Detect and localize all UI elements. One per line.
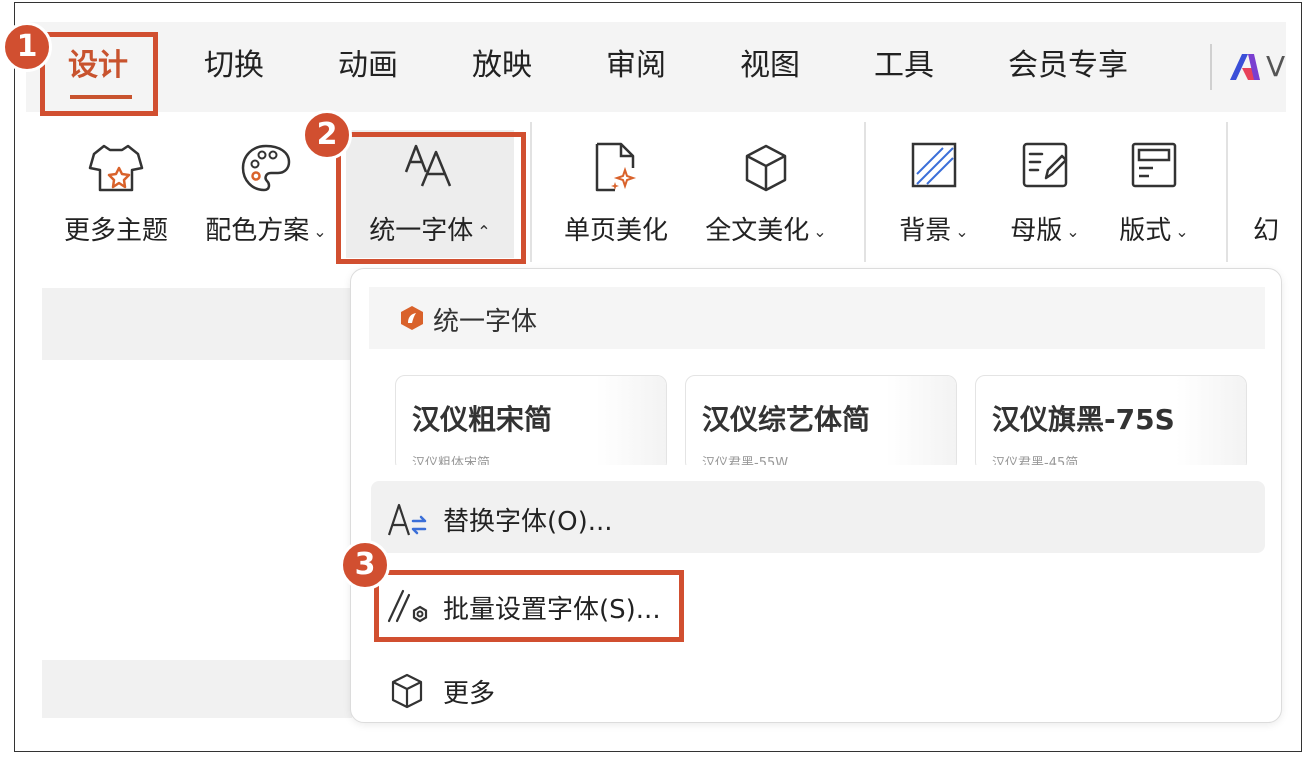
- page-sparkle-icon: [595, 142, 637, 192]
- slide-area-strip: [42, 660, 352, 718]
- ribbon-separator: [1226, 122, 1228, 262]
- highlight-box-batch-font: [374, 570, 684, 642]
- font-card-decoration: [886, 376, 956, 471]
- cube-icon: [745, 144, 787, 192]
- font-card-decoration: [1176, 376, 1246, 471]
- step-badge-2: 2: [302, 110, 352, 160]
- step-badge-1: 1: [2, 22, 52, 72]
- replace-font-icon: [387, 503, 427, 536]
- font-card[interactable]: 汉仪综艺体简 汉仪君黑-55W: [685, 375, 957, 472]
- background-icon: [911, 142, 957, 188]
- master-label: 母版 ⌄: [1010, 216, 1080, 246]
- full-text-beautify-label: 全文美化 ⌄: [705, 216, 827, 246]
- background-label: 背景 ⌄: [899, 216, 969, 246]
- background-button[interactable]: 背景 ⌄: [886, 118, 982, 268]
- truncated-label: 幻: [1252, 216, 1279, 246]
- tab-truncated-label: V: [1266, 50, 1286, 83]
- palette-icon: [241, 144, 291, 192]
- dropdown-header: 统一字体: [369, 287, 1265, 349]
- tab-slideshow[interactable]: 放映: [472, 46, 532, 86]
- font-card-decoration: [596, 376, 666, 471]
- slideshow-truncated-button[interactable]: 幻: [1246, 118, 1286, 268]
- tab-member[interactable]: 会员专享: [1008, 46, 1128, 86]
- font-card[interactable]: 汉仪旗黑-75S 汉仪君黑-45简: [975, 375, 1247, 472]
- layout-button[interactable]: 版式 ⌄: [1106, 118, 1202, 268]
- ribbon-separator: [530, 122, 532, 262]
- master-edit-icon: [1022, 142, 1068, 188]
- dropdown-header-label: 统一字体: [433, 307, 538, 337]
- unify-font-dropdown: 统一字体 汉仪粗宋简 汉仪粗体宋简 汉仪综艺体简 汉仪君黑-55W 汉仪旗黑-7…: [350, 268, 1282, 723]
- tab-tools[interactable]: 工具: [874, 46, 934, 86]
- highlight-box-design-tab: [40, 32, 158, 116]
- tab-transition[interactable]: 切换: [204, 46, 264, 86]
- slide-area-strip: [42, 288, 352, 360]
- single-page-beautify-label: 单页美化: [563, 216, 668, 246]
- replace-font-label: 替换字体(O)...: [443, 507, 613, 537]
- tab-animation[interactable]: 动画: [338, 46, 398, 86]
- color-scheme-label: 配色方案 ⌄: [205, 216, 327, 246]
- more-item[interactable]: 更多: [371, 653, 1265, 725]
- tab-separator: [1210, 44, 1212, 90]
- single-page-beautify-button[interactable]: 单页美化: [556, 118, 676, 268]
- replace-font-item[interactable]: 替换字体(O)...: [371, 481, 1265, 553]
- more-themes-button[interactable]: 更多主题: [52, 118, 180, 268]
- font-card-name: 汉仪旗黑-75S: [992, 403, 1175, 436]
- font-card[interactable]: 汉仪粗宋简 汉仪粗体宋简: [395, 375, 667, 472]
- ribbon-separator: [864, 122, 866, 262]
- master-button[interactable]: 母版 ⌄: [998, 118, 1092, 268]
- tab-review[interactable]: 审阅: [606, 46, 666, 86]
- tab-view[interactable]: 视图: [740, 46, 800, 86]
- font-card-name: 汉仪综艺体简: [702, 403, 871, 436]
- more-label: 更多: [443, 679, 496, 709]
- ai-logo-icon[interactable]: [1228, 52, 1262, 82]
- layout-icon: [1131, 142, 1177, 188]
- layout-label: 版式 ⌄: [1119, 216, 1189, 246]
- highlight-box-unify-font: [336, 132, 526, 264]
- more-themes-label: 更多主题: [63, 216, 168, 246]
- wps-brand-icon: [401, 306, 423, 330]
- step-badge-3: 3: [340, 540, 390, 590]
- font-card-name: 汉仪粗宋简: [412, 403, 553, 436]
- cards-fade-mask: [369, 465, 1265, 479]
- tshirt-icon: [88, 144, 144, 192]
- cube-icon: [391, 673, 423, 709]
- full-text-beautify-button[interactable]: 全文美化 ⌄: [694, 118, 838, 268]
